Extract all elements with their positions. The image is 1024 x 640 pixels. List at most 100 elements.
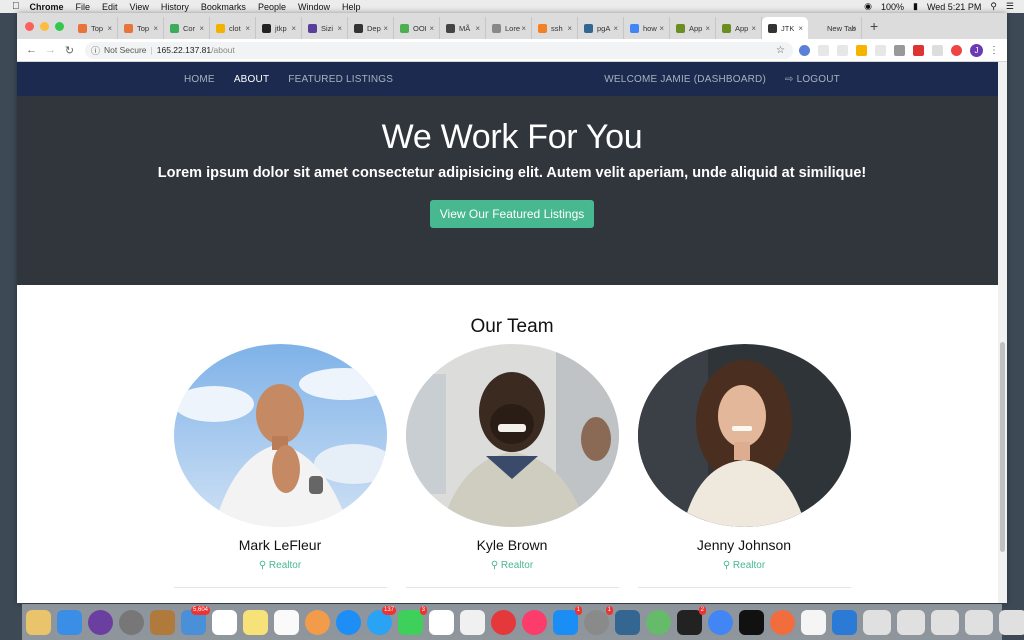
close-tab-icon[interactable]: × bbox=[291, 24, 296, 33]
browser-tab[interactable]: MÃ × bbox=[440, 17, 486, 39]
siri-icon[interactable] bbox=[88, 609, 113, 635]
apple-menu-icon[interactable]:  bbox=[12, 1, 20, 12]
browser-tab[interactable]: Top × bbox=[118, 17, 164, 39]
browser-tab[interactable]: pgA × bbox=[578, 17, 624, 39]
battery-icon[interactable]: ▮ bbox=[913, 1, 918, 12]
more-menu-icon[interactable]: ⋮ bbox=[989, 45, 999, 56]
calendar-icon[interactable] bbox=[212, 609, 237, 635]
stickies-icon[interactable] bbox=[243, 609, 268, 635]
close-tab-icon[interactable]: × bbox=[153, 24, 158, 33]
menu-help[interactable]: Help bbox=[342, 2, 361, 12]
close-tab-icon[interactable]: × bbox=[429, 24, 434, 33]
menu-edit[interactable]: Edit bbox=[102, 2, 118, 12]
menu-file[interactable]: File bbox=[76, 2, 91, 12]
notification-center-icon[interactable]: ☰ bbox=[1006, 1, 1014, 12]
reminders-icon[interactable] bbox=[274, 609, 299, 635]
news-icon[interactable] bbox=[491, 609, 516, 635]
extension-icon[interactable] bbox=[837, 44, 848, 56]
address-bar[interactable]: ⓘ Not Secure | 165.22.137.81 /about ☆ bbox=[85, 41, 793, 59]
close-tab-icon[interactable]: × bbox=[798, 24, 803, 33]
info-icon[interactable]: ⓘ bbox=[91, 44, 100, 57]
atom-icon[interactable] bbox=[646, 609, 671, 635]
browser-tab[interactable]: New Tab × bbox=[808, 17, 862, 39]
close-tab-icon[interactable]: × bbox=[199, 24, 204, 33]
close-tab-icon[interactable]: × bbox=[475, 24, 480, 33]
wifi-icon[interactable]: ◉ bbox=[864, 1, 872, 12]
close-window-button[interactable] bbox=[25, 22, 34, 31]
nav-dashboard-link[interactable]: WELCOME JAMIE (DASHBOARD) bbox=[604, 74, 766, 85]
close-tab-icon[interactable]: × bbox=[567, 24, 572, 33]
menu-people[interactable]: People bbox=[258, 2, 286, 12]
minimized-window-icon[interactable] bbox=[863, 609, 891, 635]
postgres-icon[interactable] bbox=[615, 609, 640, 635]
mail-icon[interactable]: 5,604 bbox=[181, 605, 210, 635]
bookmark-star-icon[interactable]: ☆ bbox=[776, 45, 785, 56]
extension-icon[interactable] bbox=[856, 44, 867, 56]
notes-app-icon[interactable] bbox=[150, 609, 175, 635]
browser-tab[interactable]: Lore × bbox=[486, 17, 532, 39]
menu-view[interactable]: View bbox=[130, 2, 149, 12]
nav-logout-link[interactable]: ⇨ LOGOUT bbox=[785, 74, 840, 85]
forward-icon[interactable]: → bbox=[41, 44, 60, 56]
close-tab-icon[interactable]: × bbox=[851, 24, 856, 33]
extension-icon[interactable] bbox=[818, 44, 829, 56]
menu-window[interactable]: Window bbox=[298, 2, 330, 12]
vscode-icon[interactable] bbox=[832, 609, 857, 635]
react-devtools-icon[interactable]: 2 bbox=[677, 605, 706, 635]
new-tab-button[interactable]: + bbox=[870, 18, 878, 34]
extension-icon[interactable] bbox=[951, 44, 962, 56]
close-tab-icon[interactable]: × bbox=[107, 24, 112, 33]
browser-tab[interactable]: JTK × bbox=[762, 17, 808, 39]
extension-icon[interactable] bbox=[913, 44, 924, 56]
finder-icon[interactable] bbox=[57, 609, 82, 635]
back-icon[interactable]: ← bbox=[22, 44, 41, 56]
extension-icon[interactable] bbox=[799, 44, 810, 56]
menu-bookmarks[interactable]: Bookmarks bbox=[201, 2, 246, 12]
menu-history[interactable]: History bbox=[161, 2, 189, 12]
browser-tab[interactable]: jtkp × bbox=[256, 17, 302, 39]
browser-tab[interactable]: Top × bbox=[72, 17, 118, 39]
browser-tab[interactable]: App × bbox=[670, 17, 716, 39]
zoom-window-button[interactable] bbox=[55, 22, 64, 31]
app-store-icon[interactable]: 1 bbox=[553, 605, 582, 635]
nav-home-link[interactable]: HOME bbox=[184, 74, 215, 85]
nav-about-link[interactable]: ABOUT bbox=[234, 74, 269, 85]
browser-tab[interactable]: Sizi × bbox=[302, 17, 348, 39]
textedit-icon[interactable] bbox=[801, 609, 826, 635]
postman-icon[interactable] bbox=[770, 609, 795, 635]
close-tab-icon[interactable]: × bbox=[245, 24, 250, 33]
browser-tab[interactable]: clot × bbox=[210, 17, 256, 39]
close-tab-icon[interactable]: × bbox=[521, 24, 526, 33]
close-tab-icon[interactable]: × bbox=[659, 24, 664, 33]
pages-icon[interactable] bbox=[429, 609, 454, 635]
browser-tab[interactable]: how × bbox=[624, 17, 670, 39]
launchpad-icon[interactable] bbox=[119, 609, 144, 635]
view-featured-listings-button[interactable]: View Our Featured Listings bbox=[429, 200, 595, 228]
browser-tab[interactable]: ssh × bbox=[532, 17, 578, 39]
minimized-window-icon[interactable] bbox=[897, 609, 925, 635]
page-scrollbar[interactable] bbox=[998, 62, 1007, 603]
music-icon[interactable] bbox=[522, 609, 547, 635]
close-tab-icon[interactable]: × bbox=[613, 24, 618, 33]
photos-icon[interactable] bbox=[305, 609, 330, 635]
browser-tab[interactable]: App × bbox=[716, 17, 762, 39]
extension-icon[interactable] bbox=[894, 44, 905, 56]
close-tab-icon[interactable]: × bbox=[751, 24, 756, 33]
extension-icon[interactable] bbox=[875, 44, 886, 56]
close-tab-icon[interactable]: × bbox=[337, 24, 342, 33]
spotlight-icon[interactable]: ⚲ bbox=[990, 1, 997, 12]
battery-percent[interactable]: 100% bbox=[881, 2, 904, 12]
terminal-icon[interactable] bbox=[739, 609, 764, 635]
messages-icon[interactable]: 137 bbox=[367, 605, 396, 635]
minimized-window-icon[interactable] bbox=[931, 609, 959, 635]
safari-icon[interactable] bbox=[336, 609, 361, 635]
clock[interactable]: Wed 5:21 PM bbox=[927, 2, 981, 12]
minimized-window-icon[interactable] bbox=[965, 609, 993, 635]
minimized-window-icon[interactable] bbox=[999, 609, 1024, 635]
reload-icon[interactable]: ↻ bbox=[60, 44, 79, 57]
minimize-window-button[interactable] bbox=[40, 22, 49, 31]
preview-app-icon[interactable] bbox=[26, 609, 51, 635]
profile-avatar[interactable]: J bbox=[970, 43, 983, 57]
close-tab-icon[interactable]: × bbox=[705, 24, 710, 33]
chrome-icon[interactable] bbox=[708, 609, 733, 635]
